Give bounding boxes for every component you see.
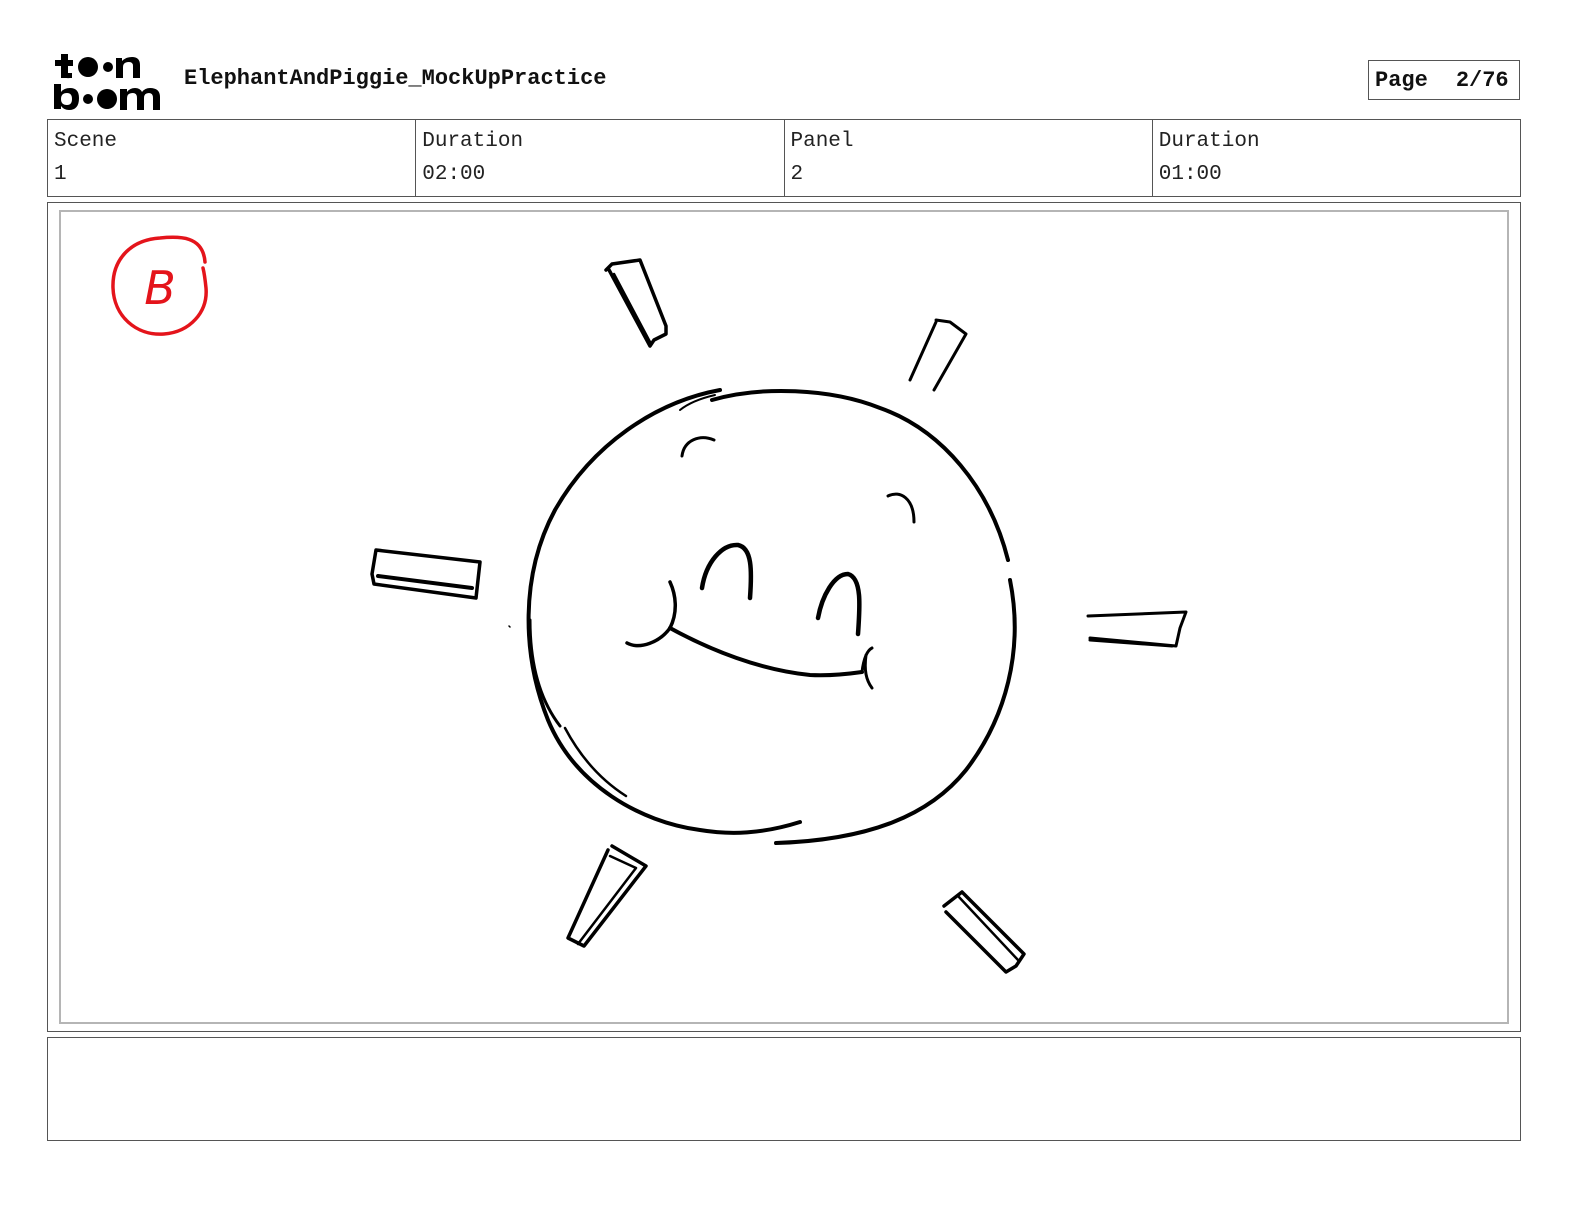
panel-notes-box[interactable] (47, 1037, 1521, 1141)
panel-info-table: Scene 1 Duration 02:00 Panel 2 Duration … (47, 119, 1521, 197)
panel-cell: Panel 2 (783, 120, 1152, 196)
panel-value[interactable]: 2 (791, 158, 1146, 191)
panel-label: Panel (790, 130, 854, 153)
panel-duration-label: Duration (1158, 130, 1260, 153)
page-indicator: Page 2/76 (1368, 60, 1520, 100)
scene-duration-label: Duration (422, 130, 524, 153)
scene-cell: Scene 1 (48, 120, 415, 196)
panel-frame-inner[interactable] (59, 210, 1509, 1024)
project-title: ElephantAndPiggie_MockUpPractice (184, 66, 607, 91)
scene-label: Scene (54, 130, 118, 153)
scene-duration-cell: Duration 02:00 (415, 120, 783, 196)
page-label: Page (1375, 67, 1428, 93)
scene-duration-value[interactable]: 02:00 (422, 158, 777, 191)
panel-duration-value[interactable]: 01:00 (1159, 158, 1514, 191)
toon-boom-logo (54, 54, 160, 110)
scene-value[interactable]: 1 (54, 158, 409, 191)
panel-duration-cell: Duration 01:00 (1151, 120, 1520, 196)
page-number: 2/76 (1455, 67, 1509, 93)
